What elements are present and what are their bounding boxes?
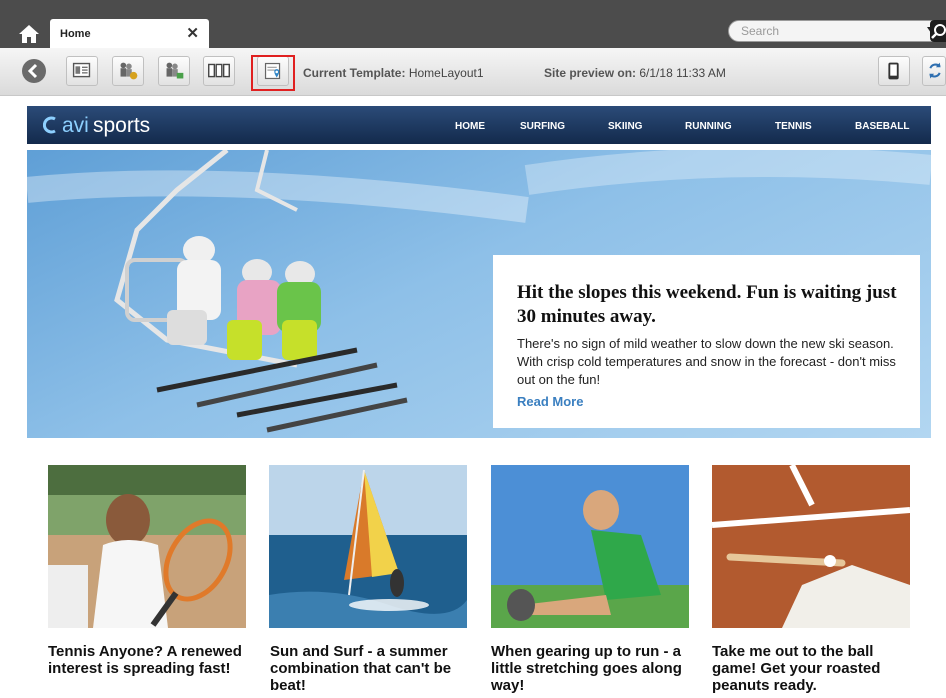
arrow-left-icon <box>27 63 38 79</box>
refresh-icon <box>929 62 941 79</box>
phone-icon <box>888 62 899 80</box>
tennis-player-image[interactable] <box>48 465 246 628</box>
search-input[interactable] <box>741 24 901 38</box>
hero-body: There's no sign of mild weather to slow … <box>517 336 896 387</box>
site-header: avi sports HOME SURFING SKIING RUNNING T… <box>27 106 931 144</box>
logo-text-suffix: sports <box>93 114 151 137</box>
form-view-button[interactable] <box>66 56 98 86</box>
columns-icon <box>208 63 230 78</box>
nav-tennis[interactable]: TENNIS <box>775 121 812 132</box>
layout-button[interactable] <box>203 56 235 86</box>
segments-button[interactable] <box>112 56 144 86</box>
refresh-button[interactable] <box>922 56 946 86</box>
site-preview-value: 6/1/18 11:33 AM <box>639 66 726 80</box>
nav-home[interactable]: HOME <box>455 121 485 132</box>
tab-label: Home <box>60 28 91 40</box>
site-preview-label: Site preview on: <box>544 66 637 80</box>
tab-home[interactable]: Home ✕ <box>50 19 209 48</box>
current-template: Current Template: HomeLayout1 <box>303 66 484 80</box>
form-icon <box>72 62 91 78</box>
site-preview: Site preview on: 6/1/18 11:33 AM <box>544 66 726 80</box>
search-icon[interactable] <box>930 20 946 42</box>
windsurfer-image[interactable] <box>269 465 467 628</box>
tab-bar: Home ✕ <box>0 0 946 48</box>
people-badge-icon <box>120 62 138 80</box>
article-caption-tennis[interactable]: Tennis Anyone? A renewed interest is spr… <box>48 643 248 677</box>
logo-icon <box>43 116 56 134</box>
read-more-link[interactable]: Read More <box>517 394 583 409</box>
selected-button-highlight <box>251 55 295 91</box>
article-caption-surf[interactable]: Sun and Surf - a summer combination that… <box>270 643 470 694</box>
logo-text-prefix: avi <box>62 114 89 137</box>
article-caption-running[interactable]: When gearing up to run - a little stretc… <box>491 643 691 694</box>
baseball-bat-image[interactable] <box>712 465 910 628</box>
article-caption-baseball[interactable]: Take me out to the ball game! Get your r… <box>712 643 912 694</box>
current-template-label: Current Template: <box>303 66 406 80</box>
home-icon[interactable] <box>16 21 42 47</box>
nav-baseball[interactable]: BASEBALL <box>855 121 909 132</box>
nav-running[interactable]: RUNNING <box>685 121 732 132</box>
nav-skiing[interactable]: SKIING <box>608 121 642 132</box>
device-preview-button[interactable] <box>878 56 910 86</box>
current-template-value: HomeLayout1 <box>408 66 484 80</box>
back-button[interactable] <box>22 59 46 83</box>
nav-surfing[interactable]: SURFING <box>520 121 565 132</box>
close-icon[interactable]: ✕ <box>186 24 199 42</box>
people-chart-icon <box>166 62 184 79</box>
visitor-context-button[interactable] <box>158 56 190 86</box>
runner-stretching-image[interactable] <box>491 465 689 628</box>
search-box <box>728 20 946 42</box>
hero-title: Hit the slopes this weekend. Fun is wait… <box>517 282 897 327</box>
